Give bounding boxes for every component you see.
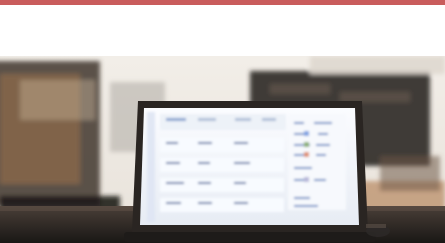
laptop-base [124,232,376,242]
page [0,0,445,243]
desk-object [366,224,386,228]
photo-svg [0,56,445,243]
screen-dashboard [147,112,346,222]
top-accent-rule [0,0,445,5]
photo-laptop-dashboard [0,56,445,243]
